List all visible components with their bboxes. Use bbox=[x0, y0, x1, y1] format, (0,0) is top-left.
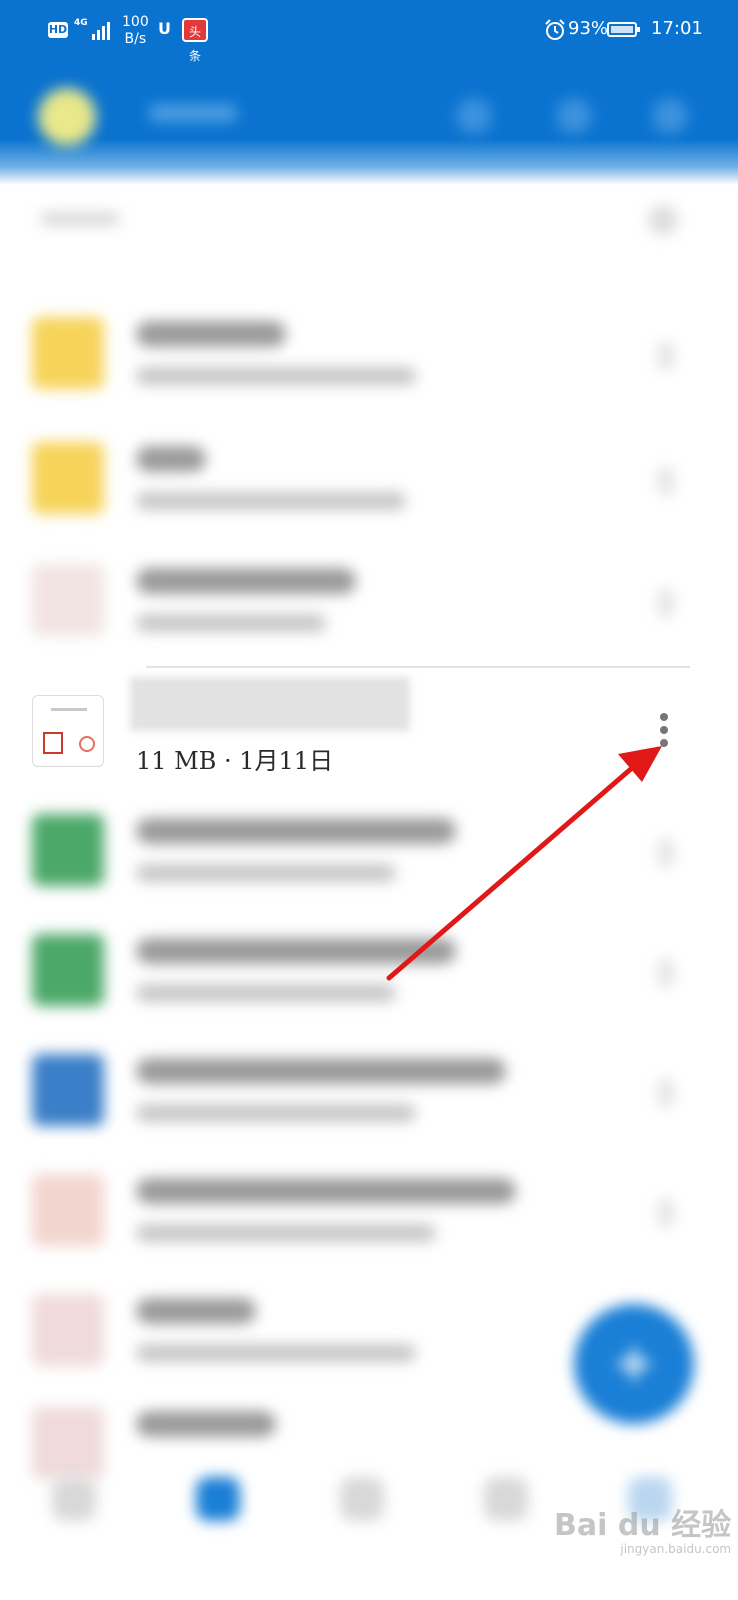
item-name bbox=[136, 1298, 256, 1324]
view-toggle-icon[interactable] bbox=[648, 205, 678, 235]
item-name bbox=[136, 568, 356, 594]
item-name bbox=[136, 818, 456, 844]
more-vert-icon[interactable] bbox=[658, 588, 674, 618]
toutiao-app-icon: 头条 bbox=[182, 18, 208, 63]
pdf-file-icon bbox=[32, 1174, 104, 1246]
more-vert-icon[interactable] bbox=[658, 341, 674, 371]
more-vert-icon[interactable] bbox=[658, 1078, 674, 1108]
more-vert-icon[interactable] bbox=[652, 711, 676, 749]
header-title bbox=[148, 104, 238, 122]
list-item[interactable] bbox=[0, 295, 738, 415]
user-avatar[interactable] bbox=[38, 88, 96, 146]
video-file-icon bbox=[32, 934, 104, 1006]
alarm-icon bbox=[545, 19, 565, 40]
more-vert-icon[interactable] bbox=[658, 838, 674, 868]
app-header: HD 4G 100 B/s U 头条 93% 17:01 bbox=[0, 0, 738, 185]
list-item[interactable] bbox=[0, 542, 738, 662]
header-action-icon[interactable] bbox=[456, 98, 492, 134]
signal-icon bbox=[86, 18, 112, 40]
battery-icon bbox=[607, 22, 640, 37]
nav-photos-icon[interactable] bbox=[484, 1477, 528, 1521]
list-divider bbox=[146, 666, 690, 668]
item-name bbox=[136, 1058, 506, 1084]
nav-files-icon[interactable] bbox=[196, 1477, 240, 1521]
battery-percent: 93% bbox=[568, 18, 609, 39]
folder-icon bbox=[32, 442, 104, 514]
list-item[interactable] bbox=[0, 912, 738, 1032]
status-bar: HD 4G 100 B/s U 头条 93% 17:01 bbox=[0, 0, 738, 63]
nav-shared-icon[interactable] bbox=[340, 1477, 384, 1521]
video-file-icon bbox=[32, 814, 104, 886]
header-action-icon[interactable] bbox=[556, 98, 592, 134]
item-meta: 11 MB · 1月11日 bbox=[136, 747, 334, 775]
item-meta bbox=[136, 367, 416, 385]
sort-label[interactable] bbox=[40, 212, 120, 226]
item-meta bbox=[136, 1104, 416, 1122]
nav-home-icon[interactable] bbox=[52, 1477, 96, 1521]
header-action-icon[interactable] bbox=[652, 98, 688, 134]
network-speed-unit: B/s bbox=[124, 31, 147, 47]
item-name bbox=[136, 321, 286, 347]
list-item[interactable] bbox=[0, 1152, 738, 1272]
more-vert-icon[interactable] bbox=[658, 1198, 674, 1228]
pdf-thumbnail bbox=[32, 695, 104, 767]
baidu-watermark: Bai du 经验 jingyan.baidu.com bbox=[554, 1500, 731, 1556]
doc-file-icon bbox=[32, 1054, 104, 1126]
network-speed: 100 B/s bbox=[122, 14, 149, 48]
network-speed-value: 100 bbox=[122, 14, 149, 30]
list-item[interactable] bbox=[0, 792, 738, 912]
item-meta bbox=[136, 614, 326, 632]
item-name bbox=[136, 1178, 516, 1204]
shield-u-icon: U bbox=[158, 19, 171, 38]
plus-icon bbox=[618, 1348, 650, 1380]
add-fab-button[interactable] bbox=[574, 1304, 694, 1424]
folder-icon bbox=[32, 317, 104, 389]
item-name bbox=[136, 938, 456, 964]
watermark-domain: jingyan.baidu.com bbox=[620, 1542, 732, 1556]
list-item[interactable] bbox=[0, 1032, 738, 1152]
list-item[interactable] bbox=[0, 420, 738, 540]
item-name bbox=[130, 677, 410, 731]
item-meta bbox=[136, 984, 396, 1002]
item-meta bbox=[136, 492, 406, 510]
pdf-file-icon bbox=[32, 1294, 104, 1366]
item-meta bbox=[136, 1224, 436, 1242]
item-name bbox=[136, 1411, 276, 1437]
pdf-file-icon bbox=[32, 564, 104, 636]
hd-badge: HD bbox=[48, 22, 68, 38]
item-meta bbox=[136, 864, 396, 882]
more-vert-icon[interactable] bbox=[658, 466, 674, 496]
item-name bbox=[136, 446, 206, 472]
item-meta bbox=[136, 1344, 416, 1362]
status-time: 17:01 bbox=[651, 18, 703, 39]
list-item-selected[interactable]: 11 MB · 1月11日 bbox=[0, 675, 738, 785]
watermark-brand: Bai du 经验 bbox=[554, 1508, 732, 1543]
more-vert-icon[interactable] bbox=[658, 958, 674, 988]
